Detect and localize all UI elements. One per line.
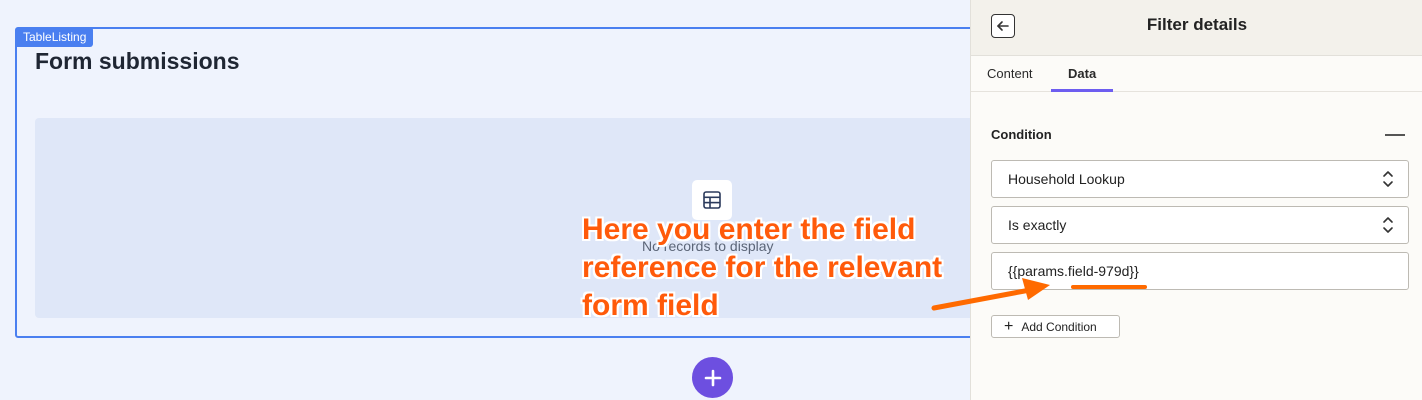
collapse-icon[interactable] xyxy=(1385,134,1405,136)
operator-select-value: Is exactly xyxy=(1008,217,1067,233)
plus-icon: + xyxy=(1004,317,1014,335)
plus-icon xyxy=(704,369,721,386)
value-input-text: {{params.field-979d}} xyxy=(1008,263,1139,279)
tab-bar: Content Data xyxy=(971,56,1422,92)
add-block-button[interactable] xyxy=(692,357,733,398)
annotation-line: Here you enter the field xyxy=(582,213,916,246)
annotation-line: form field xyxy=(582,289,719,322)
component-tag[interactable]: TableListing xyxy=(16,27,94,47)
field-select[interactable]: Household Lookup xyxy=(991,160,1409,198)
page-title: Form submissions xyxy=(35,48,240,74)
panel-header: Filter details xyxy=(971,0,1422,56)
filter-details-panel: Filter details Content Data Condition Ho… xyxy=(970,0,1422,400)
field-select-value: Household Lookup xyxy=(1008,171,1125,187)
canvas: TableListing Form submissions No records… xyxy=(0,0,985,400)
condition-label: Condition xyxy=(991,127,1052,142)
tab-content[interactable]: Content xyxy=(987,66,1033,81)
panel-title: Filter details xyxy=(1146,15,1248,34)
annotation-line: reference for the relevant xyxy=(582,251,943,284)
add-condition-label: Add Condition xyxy=(1021,319,1097,334)
active-tab-indicator xyxy=(1051,89,1113,92)
annotation-callout: Here you enter the field reference for t… xyxy=(582,211,942,325)
tab-data[interactable]: Data xyxy=(1068,66,1096,81)
chevron-updown-icon xyxy=(1383,171,1393,187)
value-input[interactable]: {{params.field-979d}} xyxy=(991,252,1409,290)
chevron-updown-icon xyxy=(1383,217,1393,233)
operator-select[interactable]: Is exactly xyxy=(991,206,1409,244)
add-condition-button[interactable]: + Add Condition xyxy=(991,315,1120,338)
